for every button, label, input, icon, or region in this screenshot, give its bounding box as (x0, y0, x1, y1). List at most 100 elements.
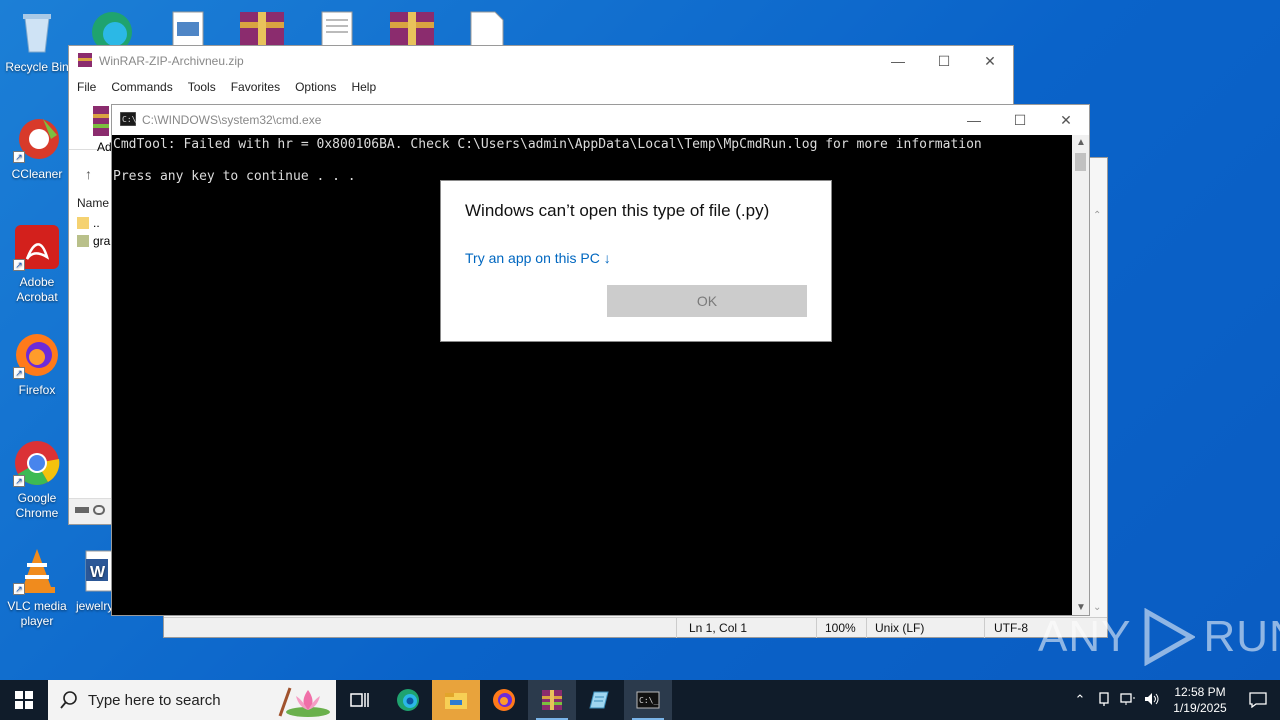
scroll-up-icon[interactable]: ⌃ (1093, 210, 1101, 221)
taskbar-clock[interactable]: 12:58 PM 1/19/2025 (1164, 684, 1236, 716)
taskbar-winrar[interactable] (528, 680, 576, 720)
folder-icon (77, 217, 89, 229)
close-button[interactable]: ✕ (967, 46, 1013, 76)
line-endings: Unix (LF) (875, 621, 925, 635)
play-logo-icon (1144, 608, 1196, 666)
menu-favorites[interactable]: Favorites (231, 80, 280, 94)
add-toolbar-button[interactable]: Ad (91, 104, 113, 154)
taskbar-edge[interactable] (384, 680, 432, 720)
start-button[interactable] (0, 680, 48, 720)
winrar-title: WinRAR-ZIP-Archivneu.zip (99, 54, 244, 68)
ccleaner-desktop-icon[interactable]: ↗ CCleaner (1, 115, 73, 182)
text-file-icon[interactable] (316, 10, 364, 47)
menu-commands[interactable]: Commands (111, 80, 172, 94)
menu-file[interactable]: File (77, 80, 96, 94)
file-row-parent[interactable]: .. (77, 216, 100, 230)
clock-time: 12:58 PM (1174, 685, 1226, 699)
vlc-cone-icon: ↗ (13, 547, 61, 595)
svg-text:W: W (90, 564, 106, 581)
ccleaner-icon: ↗ (13, 115, 61, 163)
vlc-desktop-icon[interactable]: ↗ VLC media player (1, 547, 73, 629)
scroll-thumb[interactable] (1075, 153, 1086, 171)
taskbar-cmd[interactable]: C:\_ (624, 680, 672, 720)
volume-icon[interactable] (1140, 692, 1164, 709)
winrar-file-pane: ↑ Name .. gra (69, 154, 113, 496)
menu-options[interactable]: Options (295, 80, 336, 94)
editor-vscroll[interactable]: ⌃ ⌄ (1090, 188, 1107, 617)
chrome-icon: ↗ (13, 439, 61, 487)
firefox-icon (493, 689, 515, 711)
tray-overflow-chevron-icon[interactable]: ⌃ (1068, 692, 1092, 708)
taskbar-search-box[interactable]: Type here to search (48, 680, 336, 720)
minimize-button[interactable]: — (875, 46, 921, 76)
shortcut-arrow-icon: ↗ (13, 151, 25, 163)
open-with-dialog[interactable]: Windows can’t open this type of file (.p… (440, 180, 832, 342)
shortcut-arrow-icon: ↗ (13, 583, 25, 595)
close-button[interactable]: ✕ (1043, 105, 1089, 135)
add-archive-icon (93, 106, 109, 136)
recycle-bin-desktop-icon[interactable]: Recycle Bin (1, 8, 73, 75)
firefox-desktop-icon[interactable]: ↗ Firefox (1, 331, 73, 398)
cmd-icon: C:\_ (636, 691, 660, 709)
cmd-titlebar[interactable]: C:\ C:\WINDOWS\system32\cmd.exe — ☐ ✕ (112, 105, 1089, 135)
image-file-icon[interactable] (165, 10, 213, 47)
edge-desktop-icon[interactable] (88, 10, 136, 52)
cmd-app-icon: C:\ (119, 111, 137, 129)
desktop-icon-label: Google Chrome (15, 491, 59, 520)
taskbar-notepad[interactable] (576, 680, 624, 720)
search-icon (60, 691, 77, 709)
taskbar-firefox[interactable] (480, 680, 528, 720)
shortcut-arrow-icon: ↗ (13, 259, 25, 271)
anyrun-watermark: ANY RUN (1038, 608, 1280, 666)
winrar-statusbar (69, 498, 113, 524)
watermark-left: ANY (1038, 612, 1132, 661)
notification-center-button[interactable] (1236, 692, 1280, 708)
maximize-button[interactable]: ☐ (921, 46, 967, 76)
edge-icon (397, 689, 419, 711)
adobe-acrobat-icon: ↗ (13, 223, 61, 271)
winrar-app-icon (77, 52, 93, 71)
ok-button[interactable]: OK (607, 285, 807, 317)
menu-tools[interactable]: Tools (188, 80, 216, 94)
zoom-level: 100% (825, 621, 856, 635)
task-view-button[interactable] (336, 680, 384, 720)
key-icon (93, 505, 105, 515)
column-header-name[interactable]: Name (77, 196, 109, 210)
winrar-titlebar[interactable]: WinRAR-ZIP-Archivneu.zip — ☐ ✕ (69, 46, 1013, 76)
shortcut-arrow-icon: ↗ (13, 367, 25, 379)
cmd-vscroll[interactable]: ▲ ▼ (1072, 135, 1089, 615)
maximize-button[interactable]: ☐ (997, 105, 1043, 135)
file-row-name: gra (93, 234, 111, 248)
try-app-link[interactable]: Try an app on this PC ↓ (465, 250, 611, 266)
adobe-acrobat-desktop-icon[interactable]: ↗ Adobe Acrobat (1, 223, 73, 305)
cursor-position: Ln 1, Col 1 (689, 621, 748, 635)
search-placeholder: Type here to search (88, 691, 221, 709)
file-explorer-icon (445, 693, 467, 709)
encoding: UTF-8 (994, 621, 1028, 635)
desktop-icon-label: Recycle Bin (5, 60, 69, 74)
minimize-button[interactable]: — (951, 105, 997, 135)
recycle-bin-icon (13, 8, 61, 56)
add-toolbar-label: Ad (97, 140, 112, 154)
blank-file-icon[interactable] (465, 10, 513, 47)
winrar-archive-icon[interactable] (238, 10, 286, 46)
network-icon[interactable] (1116, 692, 1140, 709)
scroll-up-icon[interactable]: ▲ (1076, 137, 1086, 148)
file-row-gra[interactable]: gra (77, 234, 110, 248)
file-row-name: .. (93, 216, 100, 230)
task-view-icon (350, 693, 369, 707)
shortcut-arrow-icon: ↗ (13, 475, 25, 487)
up-folder-icon[interactable]: ↑ (85, 166, 92, 182)
tray-usb-icon[interactable] (1092, 691, 1116, 709)
google-chrome-desktop-icon[interactable]: ↗ Google Chrome (1, 439, 73, 521)
windows-logo-icon (15, 691, 33, 709)
search-highlight-lotus-icon (278, 687, 330, 717)
console-line: CmdTool: Failed with hr = 0x800106BA. Ch… (113, 137, 982, 152)
dialog-title: Windows can’t open this type of file (.p… (465, 201, 770, 220)
taskbar-file-explorer[interactable] (432, 680, 480, 720)
winrar-archive-icon-2[interactable] (388, 10, 436, 46)
clock-date: 1/19/2025 (1173, 701, 1227, 715)
taskbar: Type here to search C:\_ ⌃ 12:58 PM 1/19… (0, 680, 1280, 720)
menu-help[interactable]: Help (351, 80, 376, 94)
